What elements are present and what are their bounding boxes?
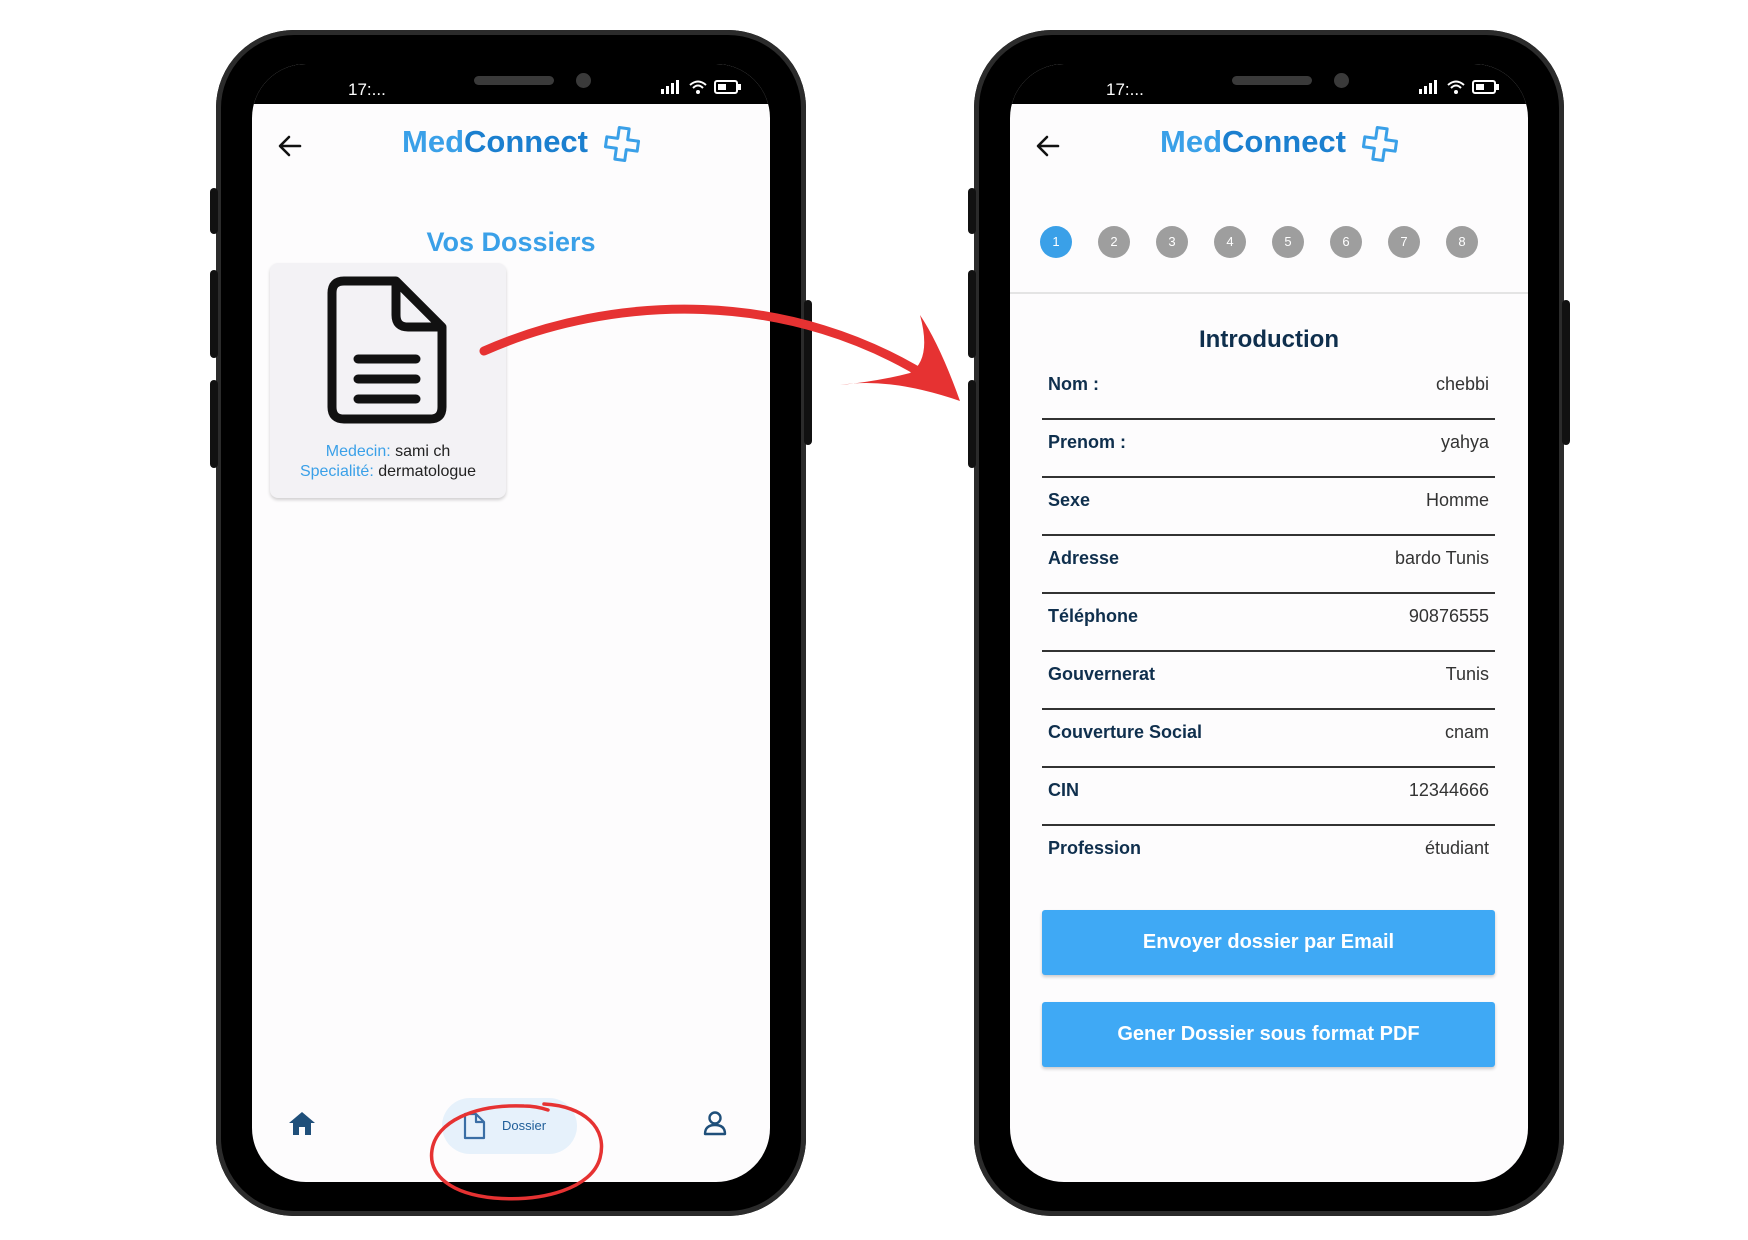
- info-row-telephone: Téléphone 90876555: [1042, 592, 1495, 652]
- signal-icon: [661, 80, 680, 94]
- app-bar: MedConnect: [252, 104, 770, 194]
- step-4[interactable]: 4: [1214, 226, 1246, 258]
- wifi-icon: [1447, 80, 1465, 94]
- row-value: 12344666: [1408, 780, 1489, 800]
- specialite-label: Specialité:: [299, 463, 374, 480]
- row-value: Homme: [1425, 490, 1489, 510]
- step-7[interactable]: 7: [1388, 226, 1420, 258]
- side-button: [210, 270, 218, 358]
- phone-right: 17:... MedConnect 1 2 3 4 5 6 7 8 Introd…: [968, 30, 1570, 1216]
- status-icons: [1418, 80, 1500, 97]
- side-button: [1562, 300, 1570, 445]
- side-button: [210, 188, 218, 234]
- medical-cross-icon: [1361, 125, 1398, 162]
- camera: [1334, 73, 1349, 88]
- row-label: CIN: [1048, 780, 1079, 800]
- transition-arrow: [479, 304, 960, 401]
- step-5[interactable]: 5: [1272, 226, 1304, 258]
- row-label: Couverture Social: [1048, 722, 1203, 742]
- info-row-couverture: Couverture Social cnam: [1042, 708, 1495, 768]
- info-row-nom: Nom : chebbi: [1042, 360, 1495, 420]
- screen-left: 17:... MedConnect Vos Dossiers Medecin: …: [252, 64, 770, 1182]
- specialite-value: dermatologue: [378, 463, 477, 480]
- battery-icon: [714, 80, 741, 94]
- page-title: Vos Dossiers: [426, 227, 596, 257]
- step-6[interactable]: 6: [1330, 226, 1362, 258]
- wifi-icon: [689, 80, 707, 94]
- app-logo: MedConnect: [1160, 124, 1399, 163]
- row-label: Profession: [1048, 838, 1142, 858]
- generate-pdf-button[interactable]: Gener Dossier sous format PDF: [1042, 1002, 1495, 1067]
- back-arrow-icon[interactable]: [276, 132, 304, 168]
- back-arrow-icon[interactable]: [1034, 132, 1062, 168]
- side-button: [210, 380, 218, 468]
- step-1[interactable]: 1: [1040, 226, 1072, 258]
- row-value: bardo Tunis: [1394, 548, 1489, 568]
- row-value: étudiant: [1424, 838, 1489, 858]
- row-label: Nom :: [1048, 374, 1099, 394]
- row-label: Prenom :: [1048, 432, 1127, 452]
- stepper: 1 2 3 4 5 6 7 8: [1010, 194, 1528, 294]
- app-bar: MedConnect: [1010, 104, 1528, 194]
- info-row-gouvernerat: Gouvernerat Tunis: [1042, 650, 1495, 710]
- info-row-cin: CIN 12344666: [1042, 766, 1495, 826]
- signal-icon: [1419, 80, 1438, 94]
- card-medecin: Medecin: sami ch: [270, 443, 506, 461]
- notch: [1138, 64, 1400, 104]
- phone-left: 17:... MedConnect Vos Dossiers Medecin: …: [210, 30, 812, 1216]
- row-value: 90876555: [1408, 606, 1489, 626]
- row-value: cnam: [1444, 722, 1489, 742]
- send-email-button[interactable]: Envoyer dossier par Email: [1042, 910, 1495, 975]
- row-label: Gouvernerat: [1048, 664, 1156, 684]
- info-row-prenom: Prenom : yahya: [1042, 418, 1495, 478]
- card-specialite: Specialité: dermatologue: [270, 463, 506, 481]
- medecin-value: sami ch: [395, 443, 451, 460]
- info-row-profession: Profession étudiant: [1042, 824, 1495, 882]
- info-row-sexe: Sexe Homme: [1042, 476, 1495, 536]
- battery-icon: [1472, 80, 1499, 94]
- screen-right: 17:... MedConnect 1 2 3 4 5 6 7 8 Introd…: [1010, 64, 1528, 1182]
- step-8[interactable]: 8: [1446, 226, 1478, 258]
- speaker: [474, 76, 554, 85]
- row-label: Sexe: [1048, 490, 1091, 510]
- logo-text-connect: Connect: [464, 124, 588, 159]
- row-value: chebbi: [1435, 374, 1489, 394]
- step-3[interactable]: 3: [1156, 226, 1188, 258]
- row-value: Tunis: [1445, 664, 1489, 684]
- logo-text-med: Med: [1160, 124, 1222, 159]
- home-icon[interactable]: [288, 1110, 316, 1141]
- app-logo: MedConnect: [402, 124, 641, 163]
- side-button: [968, 188, 976, 234]
- section-title: Introduction: [1199, 326, 1339, 353]
- speaker: [1232, 76, 1312, 85]
- medecin-label: Medecin:: [325, 443, 391, 460]
- status-icons: [660, 80, 742, 97]
- logo-text-connect: Connect: [1222, 124, 1346, 159]
- user-icon[interactable]: [702, 1110, 728, 1141]
- camera: [576, 73, 591, 88]
- row-label: Adresse: [1048, 548, 1120, 568]
- logo-text-med: Med: [402, 124, 464, 159]
- medical-cross-icon: [603, 125, 640, 162]
- step-2[interactable]: 2: [1098, 226, 1130, 258]
- row-label: Téléphone: [1048, 606, 1139, 626]
- document-icon: [327, 276, 447, 424]
- notch: [380, 64, 642, 104]
- highlight-ellipse: [429, 1102, 604, 1201]
- info-row-adresse: Adresse bardo Tunis: [1042, 534, 1495, 594]
- row-value: yahya: [1440, 432, 1489, 452]
